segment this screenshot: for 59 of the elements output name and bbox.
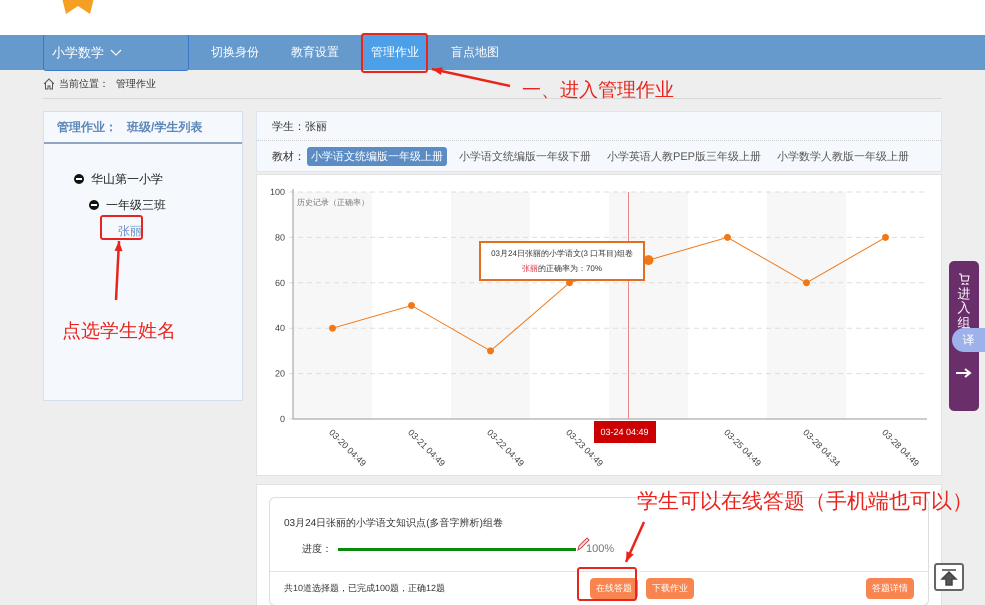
student-link[interactable]: 张丽 (114, 222, 146, 240)
action-button[interactable]: 答题详情 (866, 578, 914, 599)
nav-tab[interactable]: 盲点地图 (445, 35, 505, 70)
y-tick-label: 100 (270, 187, 285, 197)
highlight-frame (361, 33, 428, 73)
textbook-tab[interactable]: 小学语文统编版一年级下册 (455, 146, 595, 166)
data-point (803, 279, 810, 286)
student-name: 张丽 (305, 120, 327, 134)
breadcrumb-label: 当前位置： (59, 78, 109, 91)
sidebar-subtitle: 班级/学生列表 (127, 118, 202, 136)
data-point (408, 302, 415, 309)
y-tick-label: 20 (274, 368, 285, 379)
collapse-icon[interactable] (74, 174, 84, 184)
nav-tab[interactable]: 切换身份 (205, 35, 265, 70)
progress-reading: 100% (586, 543, 614, 555)
crosshair-date-label: 03-24 04:49 (594, 421, 656, 443)
highlight-frame (100, 215, 143, 240)
translate-tooltip[interactable]: 译 (952, 328, 985, 352)
collapse-icon[interactable] (89, 200, 99, 210)
y-tick-label: 0 (280, 414, 285, 424)
annotation-text: 一、进入管理作业 (522, 79, 674, 103)
textbook-tab[interactable]: 小学英语人教PEP版三年级上册 (603, 146, 766, 166)
data-point (487, 347, 494, 354)
scroll-top-button[interactable] (934, 563, 964, 591)
tree-item[interactable]: 华山第一小学 (91, 170, 163, 188)
textbook-label: 教材： (272, 150, 305, 164)
breadcrumb-page: 管理作业 (116, 78, 156, 91)
data-point (882, 234, 889, 241)
assignment-title: 03月24日张丽的小学语文知识点(多音字辨析)组卷 (284, 516, 503, 530)
action-button[interactable]: 下载作业 (646, 578, 694, 599)
cart-icon (958, 273, 970, 285)
annotation-text: 点选学生姓名 (62, 320, 176, 344)
highlight-frame (577, 567, 637, 601)
tooltip-title: 03月24日张丽的小学语文(3 口耳目)组卷 (490, 248, 634, 260)
tree-item[interactable]: 一年级三班 (106, 196, 166, 214)
side-tab-label: 进入组 (958, 287, 970, 330)
annotation-text: 学生可以在线答题（手机端也可以） (637, 489, 973, 515)
progress-label: 进度： (302, 542, 332, 556)
chevron-down-icon[interactable] (110, 48, 122, 56)
nav-tab[interactable]: 教育设置 (285, 35, 345, 70)
data-point (644, 255, 654, 266)
student-label: 学生： (272, 120, 305, 134)
textbook-tab[interactable]: 小学语文统编版一年级上册 (307, 146, 447, 166)
sidebar-title: 管理作业： (57, 118, 117, 136)
y-tick-label: 60 (274, 278, 285, 288)
action-button[interactable]: 在线答题 (590, 578, 638, 599)
textbook-tab[interactable]: 小学数学人教版一年级上册 (773, 146, 914, 166)
home-icon (43, 78, 55, 90)
chart-title: 历史记录（正确率） (297, 198, 369, 207)
y-tick-label: 40 (274, 323, 285, 334)
subject-dropdown[interactable]: 小学数学 (43, 34, 189, 71)
tooltip-text: 张丽的正确率为：70% (520, 263, 603, 275)
nav-tab[interactable]: 管理作业 (365, 35, 425, 70)
y-tick-label: 80 (274, 232, 285, 242)
assignment-summary: 共10道选择题，已完成100题，正确12题 (284, 582, 446, 595)
data-point (329, 324, 336, 332)
arrow-right-icon (956, 368, 972, 378)
arrow-up-icon (940, 568, 958, 586)
data-point (724, 234, 731, 241)
